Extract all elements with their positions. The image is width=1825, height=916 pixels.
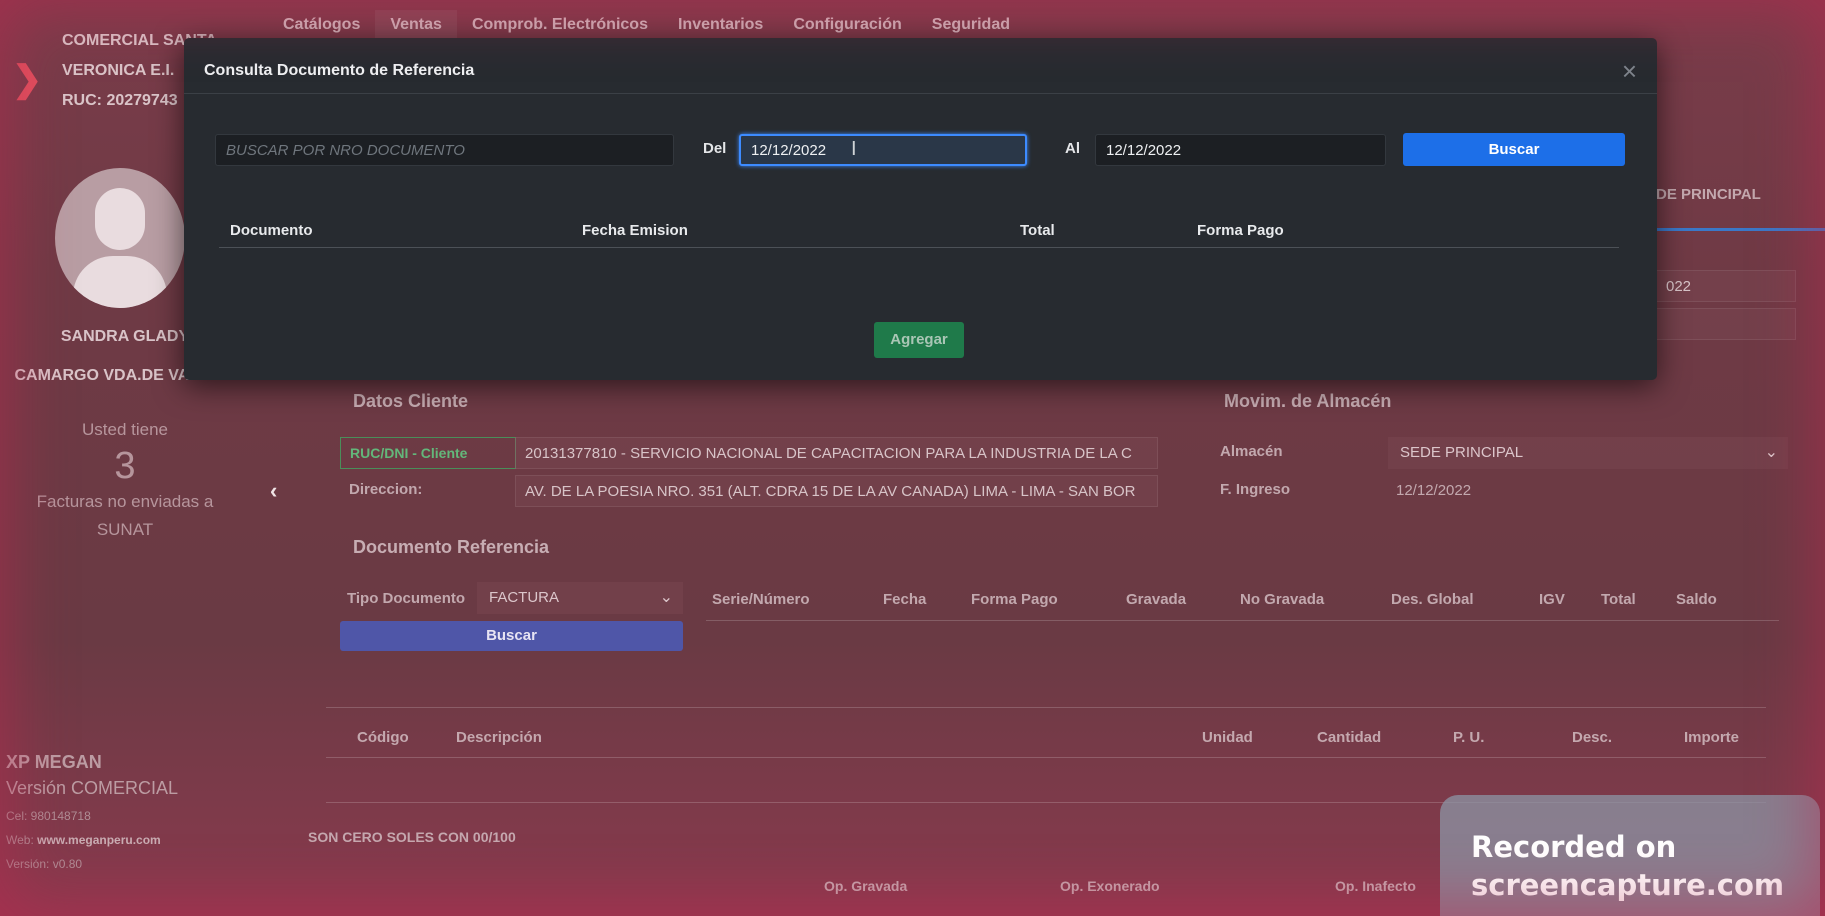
col-forma-pago: Forma Pago (971, 591, 1058, 608)
col-cantidad: Cantidad (1317, 729, 1382, 746)
results-table-header: Documento Fecha Emision Total Forma Pago (219, 212, 1619, 248)
watermark-text: Recorded on screencapture.com (1471, 828, 1784, 904)
col-total: Total (1601, 591, 1636, 608)
app-web-label: Web: (6, 833, 34, 847)
sede-tab[interactable]: DE PRINCIPAL (1656, 186, 1761, 203)
close-icon[interactable]: × (1622, 56, 1637, 87)
col-importe: Importe (1684, 729, 1740, 746)
date-field-partial[interactable]: 022 (1656, 270, 1796, 302)
tipo-documento-value: FACTURA (489, 589, 560, 606)
app-name: XP MEGAN (6, 752, 102, 772)
buscar-referencia-button[interactable]: Buscar (340, 621, 683, 651)
field-partial[interactable] (1656, 308, 1796, 340)
pending-invoices: Usted tiene 3 Facturas no enviadas a SUN… (0, 416, 250, 544)
app-version-label: Versión COMERCIAL (6, 778, 179, 798)
movim-almacen-title: Movim. de Almacén (1224, 391, 1392, 411)
buscar-button[interactable]: Buscar (1403, 133, 1625, 166)
almacen-select[interactable]: SEDE PRINCIPAL ⌄ (1388, 437, 1788, 469)
col-fecha-emision: Fecha Emision (582, 222, 688, 239)
app-web-link[interactable]: www.meganperu.com (37, 833, 161, 847)
col-desc: Desc. (1572, 729, 1613, 746)
op-inafecto-label: Op. Inafecto (1335, 878, 1416, 894)
col-forma-pago: Forma Pago (1197, 222, 1284, 239)
col-serie-numero: Serie/Número (712, 591, 810, 608)
ref-table-divider (706, 620, 1779, 621)
pending-post-text-2: SUNAT (96, 520, 154, 539)
watermark-line2: screencapture.com (1471, 868, 1785, 902)
text-cursor-icon: I (851, 138, 857, 160)
col-codigo: Código (357, 729, 409, 746)
app-cel: Cel: 980148718 (6, 809, 91, 823)
col-documento: Documento (230, 222, 313, 239)
op-gravada-label: Op. Gravada (824, 878, 908, 894)
f-ingreso-value[interactable]: 12/12/2022 (1396, 482, 1471, 499)
avatar-head-shape (95, 188, 145, 250)
col-igv: IGV (1539, 591, 1565, 608)
al-date-input[interactable] (1095, 134, 1386, 166)
datos-cliente-title: Datos Cliente (353, 391, 469, 411)
ruc-cliente-field[interactable]: 20131377810 - SERVICIO NACIONAL DE CAPAC… (515, 437, 1158, 469)
col-des-global: Des. Global (1391, 591, 1474, 608)
f-ingreso-label: F. Ingreso (1220, 481, 1291, 498)
col-unidad: Unidad (1202, 729, 1253, 746)
col-no-gravada: No Gravada (1240, 591, 1325, 608)
app-footer-info: XP MEGAN Versión COMERCIAL Cel: 98014871… (6, 752, 178, 871)
search-document-input[interactable] (215, 134, 674, 166)
modal-title: Consulta Documento de Referencia (204, 62, 475, 79)
modal-header: Consulta Documento de Referencia × (184, 38, 1657, 94)
tipo-documento-label: Tipo Documento (347, 590, 466, 607)
items-table-top-divider (326, 707, 1766, 708)
col-total: Total (1020, 222, 1055, 239)
ruc-cliente-label: RUC/DNI - Cliente (340, 437, 516, 469)
del-label: Del (703, 140, 727, 157)
amount-in-words: SON CERO SOLES CON 00/100 (308, 829, 516, 845)
col-descripcion: Descripción (456, 729, 542, 746)
agregar-button[interactable]: Agregar (874, 322, 964, 358)
avatar-body-shape (73, 256, 167, 308)
tipo-documento-select[interactable]: FACTURA ⌄ (477, 582, 683, 614)
date-field-partial-text: 022 (1666, 278, 1692, 295)
app-web: Web: www.meganperu.com (6, 833, 178, 847)
direccion-label: Direccion: (349, 481, 423, 498)
avatar (55, 168, 185, 308)
consulta-documento-modal: Consulta Documento de Referencia × Del I… (184, 38, 1657, 380)
pending-count: 3 (114, 445, 136, 487)
documento-referencia-title: Documento Referencia (353, 537, 550, 557)
al-label: Al (1065, 140, 1080, 157)
col-gravada: Gravada (1126, 591, 1187, 608)
items-table-header-divider (326, 757, 1766, 758)
direccion-field[interactable]: AV. DE LA POESIA NRO. 351 (ALT. CDRA 15 … (515, 475, 1158, 507)
op-exonerado-label: Op. Exonerado (1060, 878, 1160, 894)
collapse-sidebar-icon[interactable]: ‹ (270, 478, 277, 504)
recording-watermark: Recorded on screencapture.com (1440, 795, 1820, 916)
col-fecha: Fecha (883, 591, 927, 608)
almacen-label: Almacén (1220, 443, 1283, 460)
sede-tab-underline (1656, 228, 1825, 231)
chevron-down-icon: ⌄ (659, 589, 673, 606)
app-version: Versión: v0.80 (6, 857, 83, 871)
almacen-select-value: SEDE PRINCIPAL (1400, 444, 1524, 461)
col-pu: P. U. (1453, 729, 1485, 746)
watermark-line1: Recorded on (1471, 830, 1677, 864)
pending-post-text-1: Facturas no enviadas a (36, 492, 214, 511)
pending-pre-text: Usted tiene (82, 420, 168, 439)
del-date-input[interactable] (739, 134, 1027, 166)
col-saldo: Saldo (1676, 591, 1717, 608)
chevron-down-icon: ⌄ (1764, 444, 1778, 461)
chevron-right-icon[interactable]: ❯ (12, 58, 42, 100)
